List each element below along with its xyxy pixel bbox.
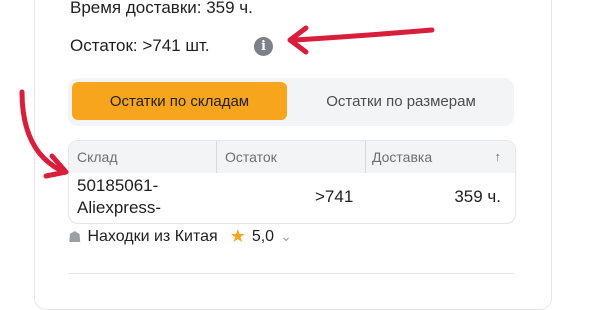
shop-icon: ☗	[68, 228, 82, 246]
info-icon[interactable]: i	[254, 37, 273, 56]
warehouse-name-line: 50185061-	[77, 176, 159, 195]
tab-stock-by-warehouse[interactable]: Остатки по складам	[72, 82, 287, 120]
stock-text: Остаток: >741 шт.	[70, 36, 210, 55]
column-divider	[216, 141, 217, 173]
divider	[68, 273, 514, 274]
tab-stock-by-size[interactable]: Остатки по размерам	[292, 82, 510, 120]
seller-rating: 5,0	[251, 227, 275, 245]
stock-cell: >741	[315, 187, 354, 206]
seller-info[interactable]: ☗ Находки из Китая ★ 5,0 ⌄	[68, 226, 292, 247]
column-divider	[365, 141, 366, 173]
delivery-time-text: Время доставки: 359 ч.	[70, 0, 253, 17]
delivery-cell: 359 ч.	[454, 187, 501, 206]
warehouse-name-cell: 50185061- Aliexpress-	[77, 175, 217, 219]
sort-arrow-icon[interactable]: ↑	[495, 149, 502, 164]
table-header: Склад Остаток Доставка ↑	[69, 141, 515, 173]
warehouse-table: Склад Остаток Доставка ↑ 50185061- Aliexp…	[68, 140, 516, 224]
chevron-down-icon[interactable]: ⌄	[280, 228, 292, 245]
column-header-delivery[interactable]: Доставка	[372, 149, 432, 165]
column-header-stock[interactable]: Остаток	[225, 149, 277, 165]
column-header-warehouse[interactable]: Склад	[77, 149, 118, 165]
seller-name[interactable]: Находки из Китая	[87, 228, 217, 246]
warehouse-name-line: Aliexpress-	[77, 198, 162, 217]
star-icon: ★	[229, 226, 246, 246]
